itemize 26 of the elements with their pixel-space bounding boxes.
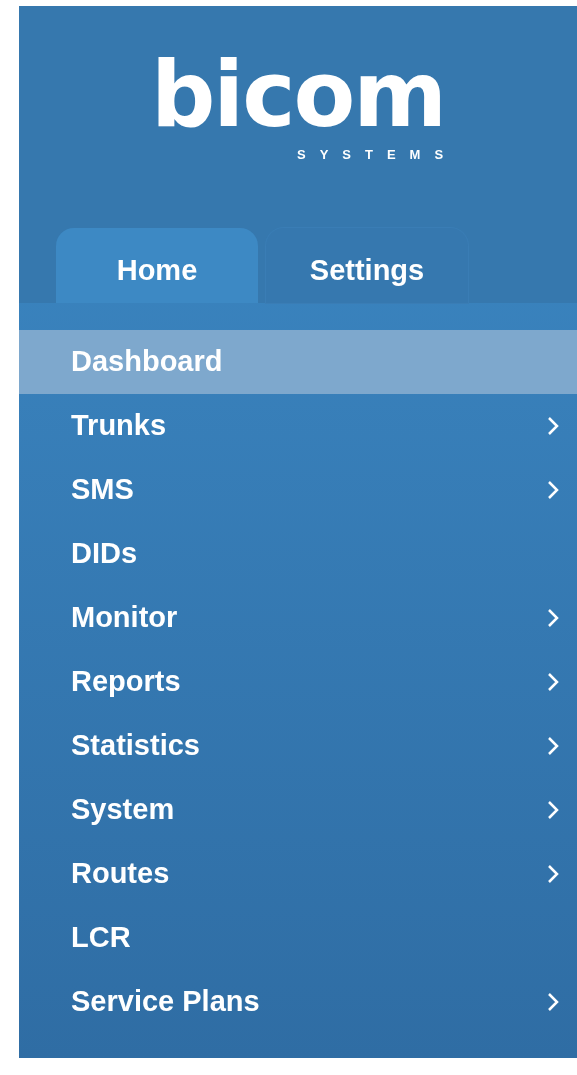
- logo-wordmark: bicom: [150, 50, 446, 140]
- menu-item[interactable]: Service Plans: [19, 970, 577, 1034]
- menu-item[interactable]: LCR: [19, 906, 577, 970]
- menu-label: DIDs: [71, 536, 139, 572]
- menu-item[interactable]: Routes: [19, 842, 577, 906]
- menu-label: System: [71, 792, 176, 828]
- menu-label: Reports: [71, 664, 182, 700]
- menu-label: SMS: [71, 472, 135, 508]
- menu-item[interactable]: Dashboard: [19, 330, 577, 394]
- logo-tagline: SYSTEMS: [297, 148, 458, 162]
- menu-label: Trunks: [71, 408, 168, 444]
- tab[interactable]: Settings: [266, 228, 468, 303]
- menu-label: LCR: [71, 920, 132, 956]
- menu-item[interactable]: SMS: [19, 458, 577, 522]
- menu-item[interactable]: Monitor: [19, 586, 577, 650]
- tab[interactable]: Home: [56, 228, 258, 303]
- menu-item[interactable]: Reports: [19, 650, 577, 714]
- menu-label: Routes: [71, 856, 171, 892]
- menu-label: Dashboard: [71, 344, 224, 380]
- menu-label: Monitor: [71, 600, 179, 636]
- menu-item[interactable]: System: [19, 778, 577, 842]
- menu-item[interactable]: Trunks: [19, 394, 577, 458]
- menu-label: Service Plans: [71, 984, 261, 1020]
- menu-item[interactable]: Statistics: [19, 714, 577, 778]
- menu-label: Statistics: [71, 728, 201, 764]
- menu-item[interactable]: DIDs: [19, 522, 577, 586]
